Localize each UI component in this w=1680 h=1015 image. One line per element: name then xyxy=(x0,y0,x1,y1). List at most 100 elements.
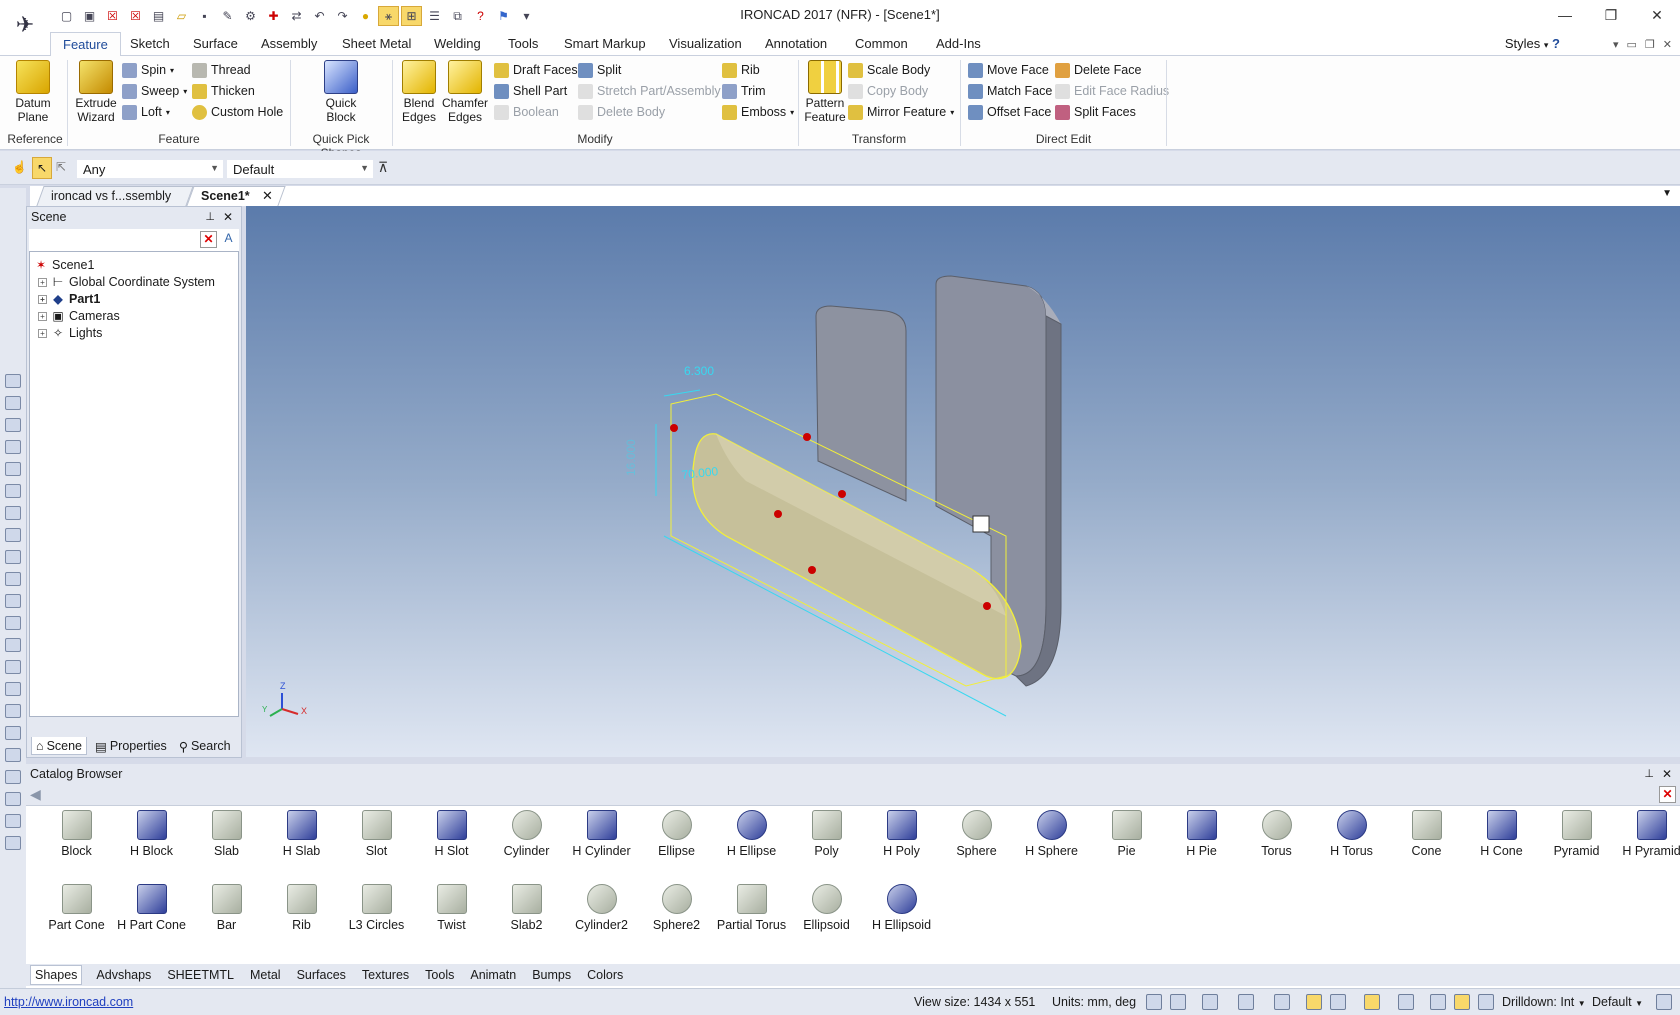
tab-properties[interactable]: ▤ Properties xyxy=(91,737,171,755)
custom-hole-button[interactable]: Custom Hole xyxy=(192,102,283,122)
close-icon[interactable]: ✕ xyxy=(1634,0,1680,30)
catalog-item-partial-torus[interactable]: Partial Torus xyxy=(714,884,789,932)
size-handle[interactable] xyxy=(838,490,846,498)
hierarchy-icon[interactable]: ⊼ xyxy=(378,159,396,177)
view-tool-icon[interactable] xyxy=(5,440,21,454)
catalog-item-h-part-cone[interactable]: H Part Cone xyxy=(114,884,189,932)
catalog-item-slab2[interactable]: Slab2 xyxy=(489,884,564,932)
size-handle[interactable] xyxy=(774,510,782,518)
doc-tab-assembly[interactable]: ironcad vs f...ssembly xyxy=(36,186,194,206)
mirror-feature-button[interactable]: Mirror Feature ▾ xyxy=(848,102,954,122)
catalog-item-slab[interactable]: Slab xyxy=(189,810,264,858)
catalog-item-h-torus[interactable]: H Torus xyxy=(1314,810,1389,858)
tree-node-cameras[interactable]: + ▣ Cameras xyxy=(38,307,120,325)
catalog-item-poly[interactable]: Poly xyxy=(789,810,864,858)
restore-icon[interactable]: ❐ xyxy=(1588,0,1634,30)
view-tool-icon[interactable] xyxy=(5,528,21,542)
catalog-item-h-ellipsoid[interactable]: H Ellipsoid xyxy=(864,884,939,932)
split-button[interactable]: Split xyxy=(578,60,621,80)
expand-icon[interactable]: + xyxy=(38,294,47,304)
sketch-tool-icon[interactable] xyxy=(5,770,21,784)
gray-body-upright-1[interactable] xyxy=(815,305,907,502)
select-mode-icon[interactable]: ⇱ xyxy=(56,160,72,176)
boolean-button[interactable]: Boolean xyxy=(494,102,559,122)
catalog-item-part-cone[interactable]: Part Cone xyxy=(39,884,114,932)
loft-button[interactable]: Loft ▾ xyxy=(122,102,170,122)
tab-annotation[interactable]: Annotation xyxy=(765,36,827,51)
trim-button[interactable]: Trim xyxy=(722,81,766,101)
catalog-tab-animatn[interactable]: Animatn xyxy=(468,966,518,984)
size-handle[interactable] xyxy=(808,566,816,574)
expand-icon[interactable]: + xyxy=(38,328,47,338)
sketch-tool-icon[interactable] xyxy=(5,704,21,718)
size-handle[interactable] xyxy=(803,433,811,441)
catalog-item-h-ellipse[interactable]: H Ellipse xyxy=(714,810,789,858)
doc-minimize-icon[interactable]: ▭ xyxy=(1627,38,1637,51)
dimension-toggle-icon[interactable] xyxy=(1306,994,1322,1010)
filter-status-icon[interactable] xyxy=(1430,994,1446,1010)
tab-smart-markup[interactable]: Smart Markup xyxy=(564,36,646,51)
catalog-item-h-slot[interactable]: H Slot xyxy=(414,810,489,858)
pointer-icon[interactable]: ↖ xyxy=(32,157,52,179)
sweep-button[interactable]: Sweep ▾ xyxy=(122,81,187,101)
doc-restore-icon[interactable]: ❐ xyxy=(1645,38,1655,51)
tree-node-part1[interactable]: + ◆ Part1 xyxy=(38,290,100,308)
expand-icon[interactable]: + xyxy=(38,277,47,287)
tab-list-icon[interactable]: ▼ xyxy=(1662,188,1672,199)
sketch-tool-icon[interactable] xyxy=(5,792,21,806)
snap-icon[interactable] xyxy=(1274,994,1290,1010)
close-tab-icon[interactable]: ✕ xyxy=(262,188,273,204)
emboss-button[interactable]: Emboss ▾ xyxy=(722,102,794,122)
catalog-item-h-slab[interactable]: H Slab xyxy=(264,810,339,858)
dimension-width[interactable]: 6.300 xyxy=(684,364,714,378)
size-handle[interactable] xyxy=(670,424,678,432)
camera-status-icon[interactable] xyxy=(1398,994,1414,1010)
tab-surface[interactable]: Surface xyxy=(193,36,238,51)
catalog-item-ellipse[interactable]: Ellipse xyxy=(639,810,714,858)
scale-body-button[interactable]: Scale Body xyxy=(848,60,930,80)
catalog-item-h-cylinder[interactable]: H Cylinder xyxy=(564,810,639,858)
dimension-height[interactable]: 16.000 xyxy=(624,439,638,476)
catalog-item-rib[interactable]: Rib xyxy=(264,884,339,932)
pin-icon[interactable]: ⊥ xyxy=(1644,767,1654,780)
view-orientation-icon[interactable] xyxy=(1238,994,1254,1010)
catalog-tab-advshaps[interactable]: Advshaps xyxy=(94,966,153,984)
view-tool-icon[interactable] xyxy=(5,396,21,410)
sketch-tool-icon[interactable] xyxy=(5,726,21,740)
catalog-item-h-cone[interactable]: H Cone xyxy=(1464,810,1539,858)
select-mode-status-icon[interactable] xyxy=(1454,994,1470,1010)
drilldown-combo[interactable]: Drilldown: Int ▼ xyxy=(1502,995,1586,1009)
close-panel-icon[interactable]: ✕ xyxy=(223,210,233,224)
catalog-item-cylinder2[interactable]: Cylinder2 xyxy=(564,884,639,932)
view-tool-icon[interactable] xyxy=(5,462,21,476)
catalog-item-slot[interactable]: Slot xyxy=(339,810,414,858)
zoom-window-icon[interactable] xyxy=(1170,994,1186,1010)
size-handle[interactable] xyxy=(983,602,991,610)
tab-scene[interactable]: ⌂ Scene xyxy=(31,737,88,755)
back-arrow-icon[interactable]: ◀ xyxy=(30,786,41,803)
catalog-tab-textures[interactable]: Textures xyxy=(360,966,411,984)
rib-button[interactable]: Rib xyxy=(722,60,760,80)
zoom-icon[interactable] xyxy=(1146,994,1162,1010)
tree-node-gcs[interactable]: + ⊢ Global Coordinate System xyxy=(38,273,215,291)
catalog-item-block[interactable]: Block xyxy=(39,810,114,858)
stretch-button[interactable]: Stretch Part/Assembly xyxy=(578,81,721,101)
delete-face-button[interactable]: Delete Face xyxy=(1055,60,1141,80)
view-tool-icon[interactable] xyxy=(5,374,21,388)
draft-faces-button[interactable]: Draft Faces xyxy=(494,60,578,80)
doc-close-icon[interactable]: ✕ xyxy=(1663,38,1672,51)
catalog-item-torus[interactable]: Torus xyxy=(1239,810,1314,858)
tab-visualization[interactable]: Visualization xyxy=(669,36,742,51)
sketch-tool-icon[interactable] xyxy=(5,748,21,762)
view-tool-icon[interactable] xyxy=(5,616,21,630)
view-tool-icon[interactable] xyxy=(5,484,21,498)
clear-filter-icon[interactable]: ✕ xyxy=(200,231,217,248)
shell-part-button[interactable]: Shell Part xyxy=(494,81,567,101)
catalog-item-h-poly[interactable]: H Poly xyxy=(864,810,939,858)
extrude-wizard-button[interactable]: Extrude Wizard xyxy=(72,60,120,124)
view-tool-icon[interactable] xyxy=(5,682,21,696)
expand-icon[interactable]: + xyxy=(38,311,47,321)
ribbon-collapse-icon[interactable]: ▾ xyxy=(1613,38,1619,51)
catalog-item-pyramid[interactable]: Pyramid xyxy=(1539,810,1614,858)
catalog-item-pie[interactable]: Pie xyxy=(1089,810,1164,858)
